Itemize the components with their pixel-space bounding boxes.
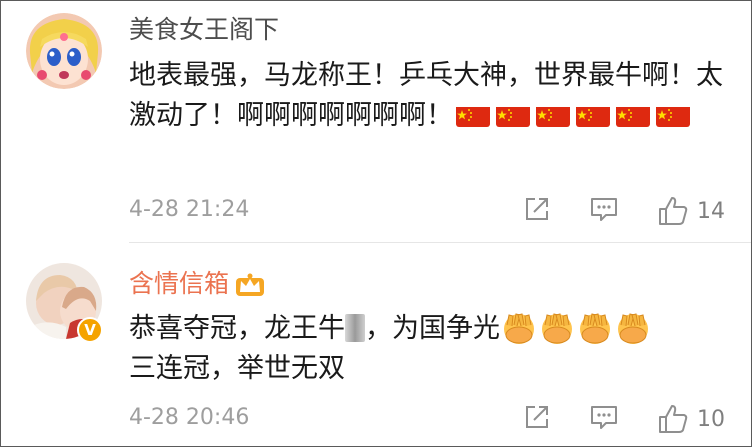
like-button[interactable]: 14 [657, 195, 725, 227]
peace-hands-icon [501, 311, 537, 345]
username[interactable]: 美食女王阁下 [129, 15, 279, 45]
share-icon [526, 406, 548, 428]
crown-icon [236, 273, 265, 296]
reply-button[interactable] [589, 403, 619, 431]
username[interactable]: 含情信箱 [129, 269, 265, 299]
china-flag-icon [456, 103, 490, 127]
verified-badge: V [77, 317, 103, 343]
username-text: 含情信箱 [129, 269, 230, 298]
thumbs-up-icon [659, 197, 688, 225]
like-count: 10 [697, 406, 725, 432]
peace-hands-icon [539, 311, 575, 345]
china-flag-icon [656, 103, 690, 127]
comment-text-part2: ，为国争光 [365, 313, 500, 344]
china-flag-icon [616, 103, 650, 127]
comment-text: 恭喜夺冠，龙王牛 ，为国争光 三连冠，举世无双 [129, 309, 729, 389]
timestamp: 4-28 21:24 [129, 197, 250, 222]
share-button[interactable] [523, 195, 551, 223]
blurred-glyph [345, 313, 365, 342]
comment-item: 美食女王阁下 地表最强，马龙称王！乒乓大神，世界最牛啊！太激动了！啊啊啊啊啊啊啊… [1, 1, 751, 242]
avatar[interactable] [26, 13, 102, 89]
share-button[interactable] [523, 403, 551, 431]
like-count: 14 [697, 198, 725, 224]
comment-item: V 含情信箱 恭喜夺冠，龙王牛 ，为国争光 三连冠，举世无双 4-28 20:46 … [1, 243, 751, 446]
china-flag-icon [536, 103, 570, 127]
timestamp: 4-28 20:46 [129, 405, 250, 430]
comment-icon [591, 406, 617, 429]
comment-meta: 4-28 20:46 10 [129, 401, 751, 437]
comment-text: 地表最强，马龙称王！乒乓大神，世界最牛啊！太激动了！啊啊啊啊啊啊啊！ [129, 56, 729, 136]
comment-text-part1: 恭喜夺冠，龙王牛 [129, 313, 345, 344]
share-icon [526, 198, 548, 220]
china-flag-icon [576, 103, 610, 127]
peace-hands-icon [577, 311, 613, 345]
comment-meta: 4-28 21:24 14 [129, 193, 751, 229]
china-flag-icon [496, 103, 530, 127]
comment-list: 美食女王阁下 地表最强，马龙称王！乒乓大神，世界最牛啊！太激动了！啊啊啊啊啊啊啊… [0, 0, 752, 447]
comment-text-line2: 三连冠，举世无双 [129, 353, 345, 384]
comment-icon [591, 198, 617, 221]
reply-button[interactable] [589, 195, 619, 223]
thumbs-up-icon [659, 405, 688, 433]
like-button[interactable]: 10 [657, 403, 725, 435]
peace-hands-icon [615, 311, 651, 345]
